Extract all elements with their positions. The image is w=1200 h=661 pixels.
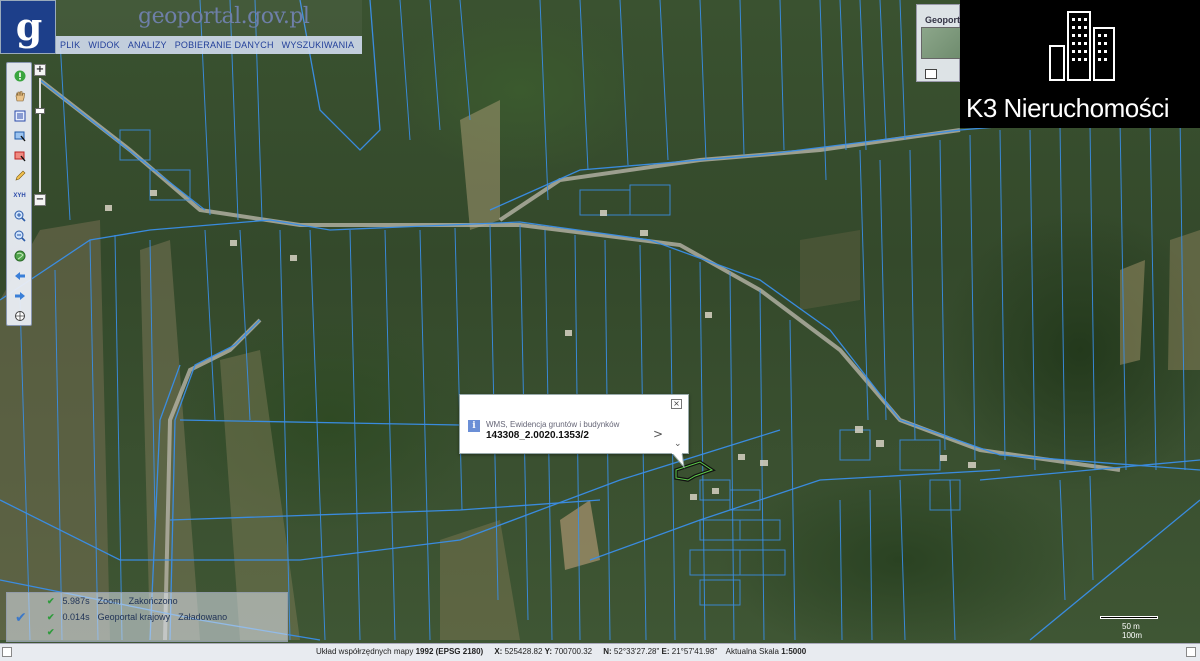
brand-name: K3 Nieruchomości — [966, 93, 1169, 123]
info-icon[interactable] — [11, 67, 28, 84]
x-label: X: — [494, 647, 503, 656]
select-rect-icon[interactable] — [11, 147, 28, 164]
overview-minimap[interactable]: Geoport — [916, 4, 961, 82]
loading-status-panel: ✔ ✔ 5.987s Zoom Zakończono ✔ 0.014s Geop… — [6, 592, 288, 642]
chevron-down-icon[interactable]: ⌄ — [674, 439, 682, 449]
status-state: Zakończono — [128, 596, 178, 606]
y-value: 700700.32 — [554, 647, 593, 656]
coordinates-readout: Układ współrzędnych mapy 1992 (EPSG 2180… — [316, 647, 806, 656]
status-row: ✔ 5.987s Zoom Zakończono — [47, 596, 178, 607]
crs-label: Układ współrzędnych mapy — [316, 647, 414, 656]
coordinate-status-bar: Układ współrzędnych mapy 1992 (EPSG 2180… — [0, 643, 1200, 661]
e-label: E: — [661, 647, 670, 656]
arrow-left-icon[interactable] — [11, 267, 28, 284]
arrow-right-icon[interactable] — [11, 287, 28, 304]
scale-bar-graphic — [1100, 616, 1158, 619]
panel-toggle-icon[interactable] — [2, 647, 12, 657]
menu-item-analizy[interactable]: ANALIZY — [128, 40, 167, 50]
e-value: 21°57'41.98" — [671, 647, 718, 656]
popup-layer-name: WMS, Ewidencja gruntów i budynków — [486, 420, 620, 429]
feature-info-popup: × i WMS, Ewidencja gruntów i budynków 14… — [459, 394, 689, 454]
terrain — [0, 100, 1200, 640]
globe-icon[interactable] — [11, 247, 28, 264]
scale-label: Aktualna Skala — [725, 647, 779, 656]
status-row: ✔ — [47, 627, 63, 638]
status-row: ✔ 0.014s Geoportal krajowy Załadowano — [47, 612, 227, 623]
menu-item-plik[interactable]: PLIK — [60, 40, 80, 50]
menu-item-wyszukiwania[interactable]: WYSZUKIWANIA — [282, 40, 355, 50]
fullscreen-icon[interactable] — [1186, 647, 1196, 657]
zoom-plus-button[interactable]: + — [34, 64, 46, 76]
layers-list-icon[interactable] — [11, 107, 28, 124]
scale-bar: 50 m 100m — [1100, 616, 1160, 640]
zoom-minus-button[interactable]: − — [34, 194, 46, 206]
tool-palette: XYH — [6, 62, 32, 326]
n-label: N: — [603, 647, 612, 656]
zoom-knob[interactable] — [35, 108, 45, 114]
status-state: Załadowano — [178, 612, 228, 622]
select-area-icon[interactable] — [11, 127, 28, 144]
y-label: Y: — [544, 647, 553, 656]
menu-item-pobieranie-danych[interactable]: POBIERANIE DANYCH — [175, 40, 274, 50]
check-icon: ✔ — [47, 596, 55, 606]
building-logo-icon — [1049, 11, 1115, 81]
app-title: geoportal.gov.pl — [138, 4, 310, 29]
title-bar: geoportal.gov.pl — [56, 0, 362, 36]
legend-icon[interactable] — [925, 69, 937, 79]
pencil-icon[interactable] — [11, 167, 28, 184]
scale-bar-label: 50 m 100m — [1122, 622, 1143, 640]
xyh-icon[interactable]: XYH — [11, 187, 28, 204]
k3-brand-watermark: K3 Nieruchomości — [960, 0, 1200, 128]
popup-pointer — [671, 453, 685, 469]
zoom-rail[interactable] — [39, 78, 41, 192]
status-time: 0.014s — [62, 612, 90, 622]
n-value: 52°33'27.28" — [613, 647, 660, 656]
zoom-out-icon[interactable] — [11, 227, 28, 244]
chevron-right-icon[interactable]: > — [653, 427, 663, 441]
logo-letter: g — [15, 4, 43, 49]
hand-pan-icon[interactable] — [11, 87, 28, 104]
check-icon: ✔ — [15, 610, 27, 626]
zoom-in-icon[interactable] — [11, 207, 28, 224]
status-label: Zoom — [97, 596, 121, 606]
zoom-slider[interactable]: + − — [32, 62, 48, 207]
app-header: g geoportal.gov.pl PLIK WIDOK ANALIZY PO… — [0, 0, 362, 54]
geoportal-logo[interactable]: g — [0, 0, 56, 54]
minimap-title: Geoport — [925, 15, 960, 25]
crs-value: 1992 (EPSG 2180) — [415, 647, 484, 656]
status-time: 5.987s — [62, 596, 90, 606]
scale-value: 1:5000 — [781, 647, 807, 656]
minimap-thumbnail[interactable] — [921, 27, 961, 59]
status-label: Geoportal krajowy — [97, 612, 171, 622]
menu-item-widok[interactable]: WIDOK — [88, 40, 120, 50]
crosshair-icon[interactable] — [11, 307, 28, 324]
x-value: 525428.82 — [504, 647, 543, 656]
info-badge-icon: i — [468, 420, 480, 432]
close-icon[interactable]: × — [671, 399, 682, 409]
parcel-id[interactable]: 143308_2.0020.1353/2 — [486, 430, 589, 441]
main-menu: PLIK WIDOK ANALIZY POBIERANIE DANYCH WYS… — [56, 36, 362, 54]
check-icon: ✔ — [47, 627, 55, 637]
check-icon: ✔ — [47, 612, 55, 622]
